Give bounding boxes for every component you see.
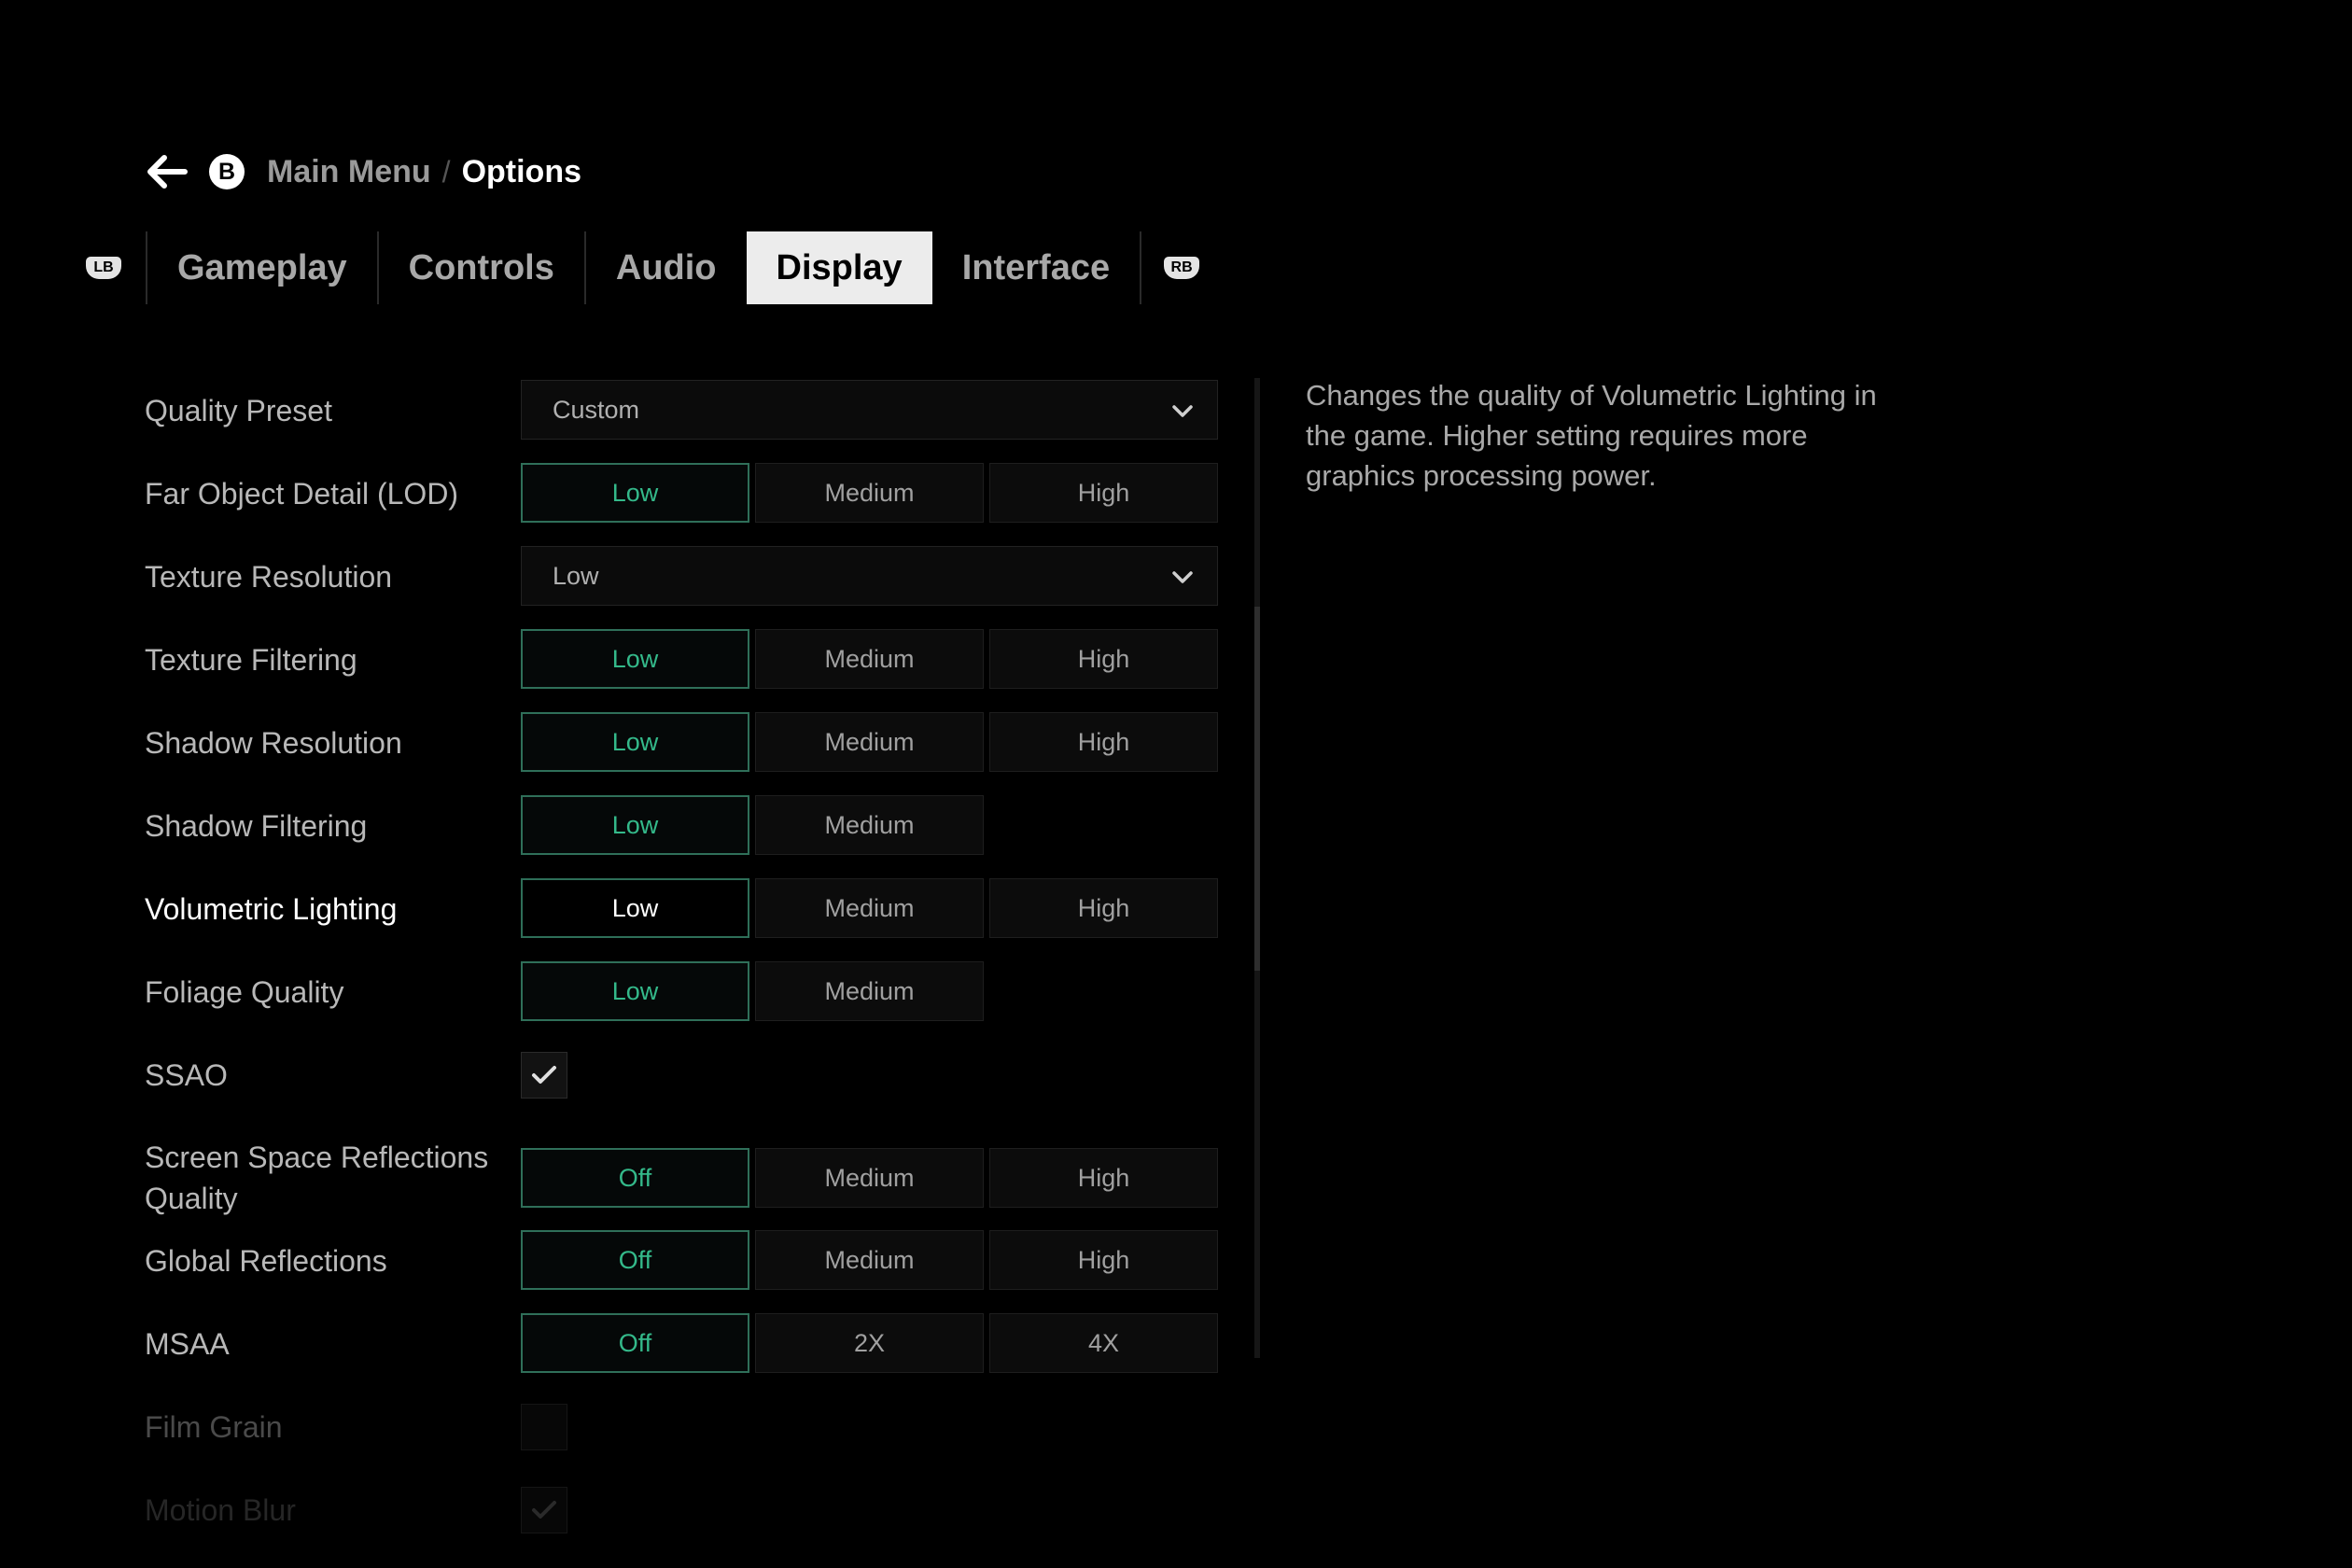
lb-bumper-icon[interactable]: LB bbox=[86, 257, 121, 279]
chevron-down-icon bbox=[1172, 571, 1193, 583]
option-low[interactable]: Low bbox=[521, 878, 749, 938]
option-medium[interactable]: Medium bbox=[755, 629, 984, 689]
setting-label: SSAO bbox=[145, 1058, 228, 1092]
option-high[interactable]: High bbox=[989, 1230, 1218, 1290]
option-off[interactable]: Off bbox=[521, 1313, 749, 1373]
setting-label: Film Grain bbox=[145, 1410, 283, 1444]
option-medium[interactable]: Medium bbox=[755, 795, 984, 855]
option-high[interactable]: High bbox=[989, 1148, 1218, 1208]
chevron-down-icon bbox=[1172, 405, 1193, 417]
quality-preset-dropdown[interactable]: Custom bbox=[521, 380, 1218, 440]
option-high[interactable]: High bbox=[989, 629, 1218, 689]
option-high[interactable]: High bbox=[989, 712, 1218, 772]
option-medium[interactable]: Medium bbox=[755, 878, 984, 938]
setting-label: Far Object Detail (LOD) bbox=[145, 477, 459, 511]
option-low[interactable]: Low bbox=[521, 463, 749, 523]
option-medium[interactable]: Medium bbox=[755, 463, 984, 523]
option-medium[interactable]: Medium bbox=[755, 1230, 984, 1290]
option-medium[interactable]: Medium bbox=[755, 961, 984, 1021]
setting-label: Volumetric Lighting bbox=[145, 892, 398, 926]
option-high[interactable]: High bbox=[989, 878, 1218, 938]
setting-label: Foliage Quality bbox=[145, 975, 344, 1009]
option-low[interactable]: Low bbox=[521, 961, 749, 1021]
option-low[interactable]: Low bbox=[521, 795, 749, 855]
setting-label: Motion Blur bbox=[145, 1493, 296, 1527]
ssao-checkbox[interactable] bbox=[521, 1052, 567, 1099]
film-grain-checkbox[interactable] bbox=[521, 1404, 567, 1450]
texture-resolution-dropdown[interactable]: Low bbox=[521, 546, 1218, 606]
option-4x[interactable]: 4X bbox=[989, 1313, 1218, 1373]
dropdown-value: Custom bbox=[553, 395, 640, 424]
setting-description: Changes the quality of Volumetric Lighti… bbox=[1306, 379, 1877, 492]
setting-label: Shadow Filtering bbox=[145, 809, 368, 843]
setting-label: Texture Filtering bbox=[145, 643, 357, 677]
check-icon bbox=[532, 1066, 556, 1084]
settings-list: Quality Preset Custom Far Object Detail … bbox=[145, 0, 1218, 1568]
option-low[interactable]: Low bbox=[521, 629, 749, 689]
setting-label: MSAA bbox=[145, 1327, 230, 1361]
check-icon bbox=[532, 1501, 556, 1519]
setting-label: Global Reflections bbox=[145, 1244, 387, 1278]
setting-label: Screen Space Reflections Quality bbox=[145, 1141, 489, 1215]
setting-label: Shadow Resolution bbox=[145, 726, 402, 760]
option-medium[interactable]: Medium bbox=[755, 712, 984, 772]
dropdown-value: Low bbox=[553, 561, 599, 590]
option-low[interactable]: Low bbox=[521, 712, 749, 772]
option-off[interactable]: Off bbox=[521, 1148, 749, 1208]
option-2x[interactable]: 2X bbox=[755, 1313, 984, 1373]
setting-label: Quality Preset bbox=[145, 394, 332, 427]
scrollbar-thumb[interactable] bbox=[1254, 607, 1260, 971]
motion-blur-checkbox[interactable] bbox=[521, 1487, 567, 1533]
option-off[interactable]: Off bbox=[521, 1230, 749, 1290]
setting-label: Texture Resolution bbox=[145, 560, 393, 594]
option-high[interactable]: High bbox=[989, 463, 1218, 523]
option-medium[interactable]: Medium bbox=[755, 1148, 984, 1208]
